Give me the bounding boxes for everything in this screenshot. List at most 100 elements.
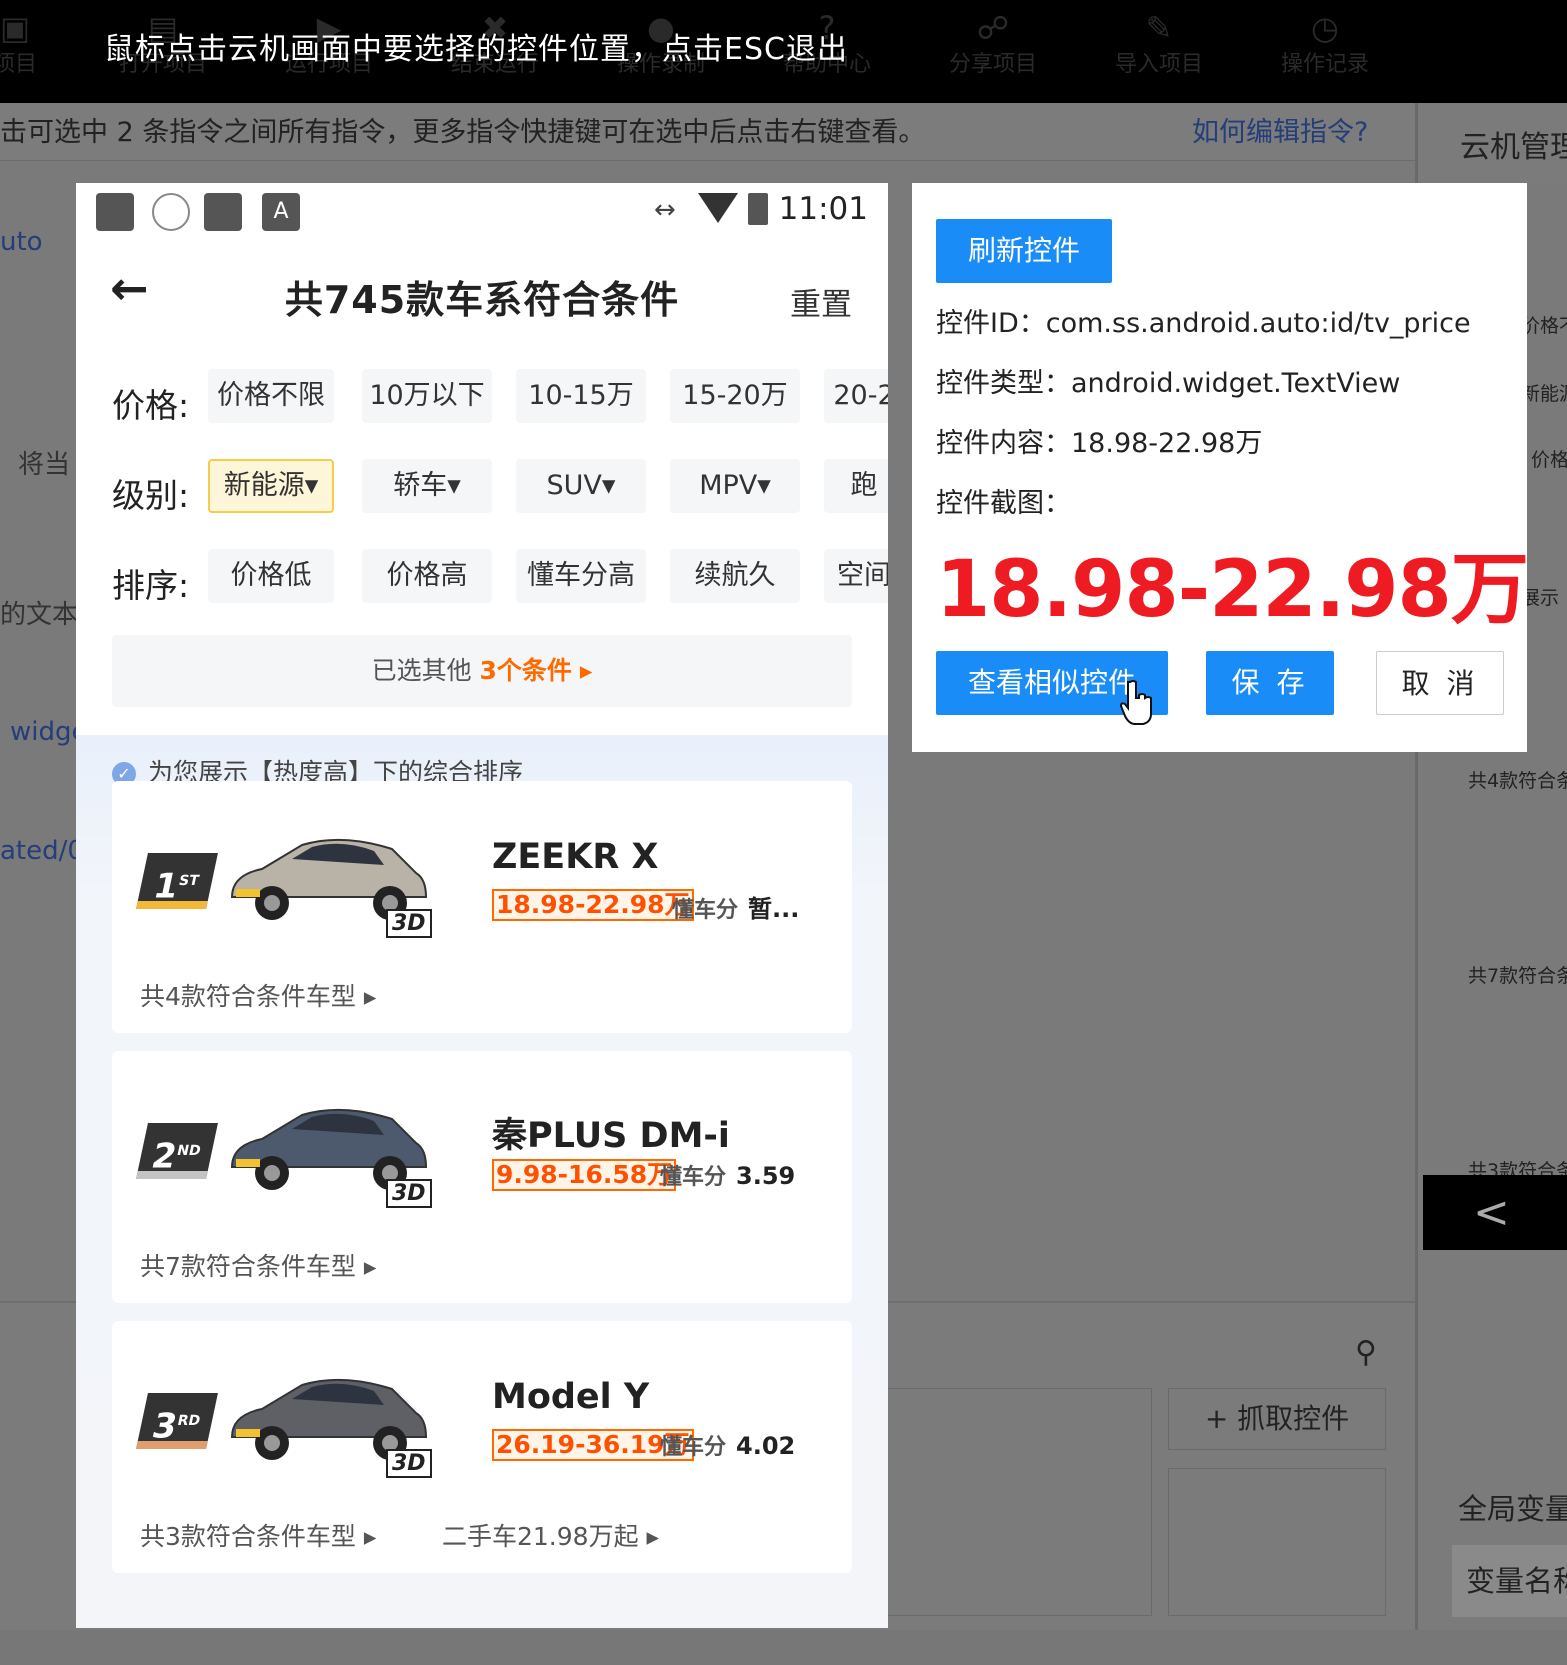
car-price[interactable]: 9.98-16.58万 — [492, 1159, 677, 1191]
page-footer — [0, 1630, 1567, 1665]
instruction-fragment: uto — [0, 227, 43, 257]
filter-chip[interactable]: 跑 — [824, 459, 888, 513]
matching-models-link[interactable]: 共3款符合条件车型 ▸ — [140, 1517, 376, 1553]
thumb-text: 价格不 — [1521, 315, 1567, 337]
save-button[interactable]: 保 存 — [1206, 651, 1334, 715]
notification-icon — [204, 193, 242, 231]
filter-chip[interactable]: 10万以下 — [362, 369, 492, 423]
global-vars-title: 全局变量 — [1458, 1492, 1567, 1526]
hint-text: 击可选中 2 条指令之间所有指令，更多指令快捷键可在选中后点击右键查看。 — [0, 117, 926, 148]
share-icon: ☍ — [976, 9, 1010, 47]
filter-chip[interactable]: 10-15万 — [516, 369, 646, 423]
battery-icon — [748, 193, 768, 225]
cancel-button[interactable]: 取 消 — [1376, 651, 1504, 715]
refresh-control-button[interactable]: 刷新控件 — [936, 219, 1112, 283]
filter-chip[interactable]: 价格高 — [362, 549, 492, 603]
grab-control-box — [1168, 1468, 1386, 1616]
car-name: 秦PLUS DM-i — [492, 1116, 730, 1156]
badge-3d: 3D — [386, 1449, 432, 1478]
car-card[interactable]: 2ND 3D 秦PLUS DM-i 9.98-16.58万 懂车分 3.59 共7款符合条件… — [112, 1051, 852, 1303]
reset-button[interactable]: 重置 — [790, 279, 852, 324]
matching-models-link[interactable]: 共4款符合条件车型 ▸ — [140, 977, 376, 1013]
a-icon: A — [262, 193, 300, 231]
dongchedi-score: 懂车分 3.59 — [660, 1159, 795, 1191]
filter-chip[interactable]: 价格低 — [208, 549, 334, 603]
control-screenshot-label: 控件截图： — [936, 488, 1071, 519]
matching-models-link[interactable]: 共7款符合条件车型 ▸ — [140, 1247, 376, 1283]
control-content: 控件内容：18.98-22.98万 — [936, 428, 1263, 459]
data-sync-icon: ↔ — [654, 195, 676, 225]
app-header: ← 共745款车系符合条件 重置 — [76, 239, 888, 359]
filter-chip[interactable]: 空间 — [824, 549, 888, 603]
import-icon: ✎ — [1145, 9, 1173, 47]
filter-label: 级别: — [112, 476, 190, 515]
back-nav-button[interactable]: < — [1423, 1175, 1567, 1250]
instruction-fragment: ated/0 — [0, 836, 84, 866]
level-filter-row: 级别: 新能源▾ 轿车▾ SUV▾ MPV▾ 跑 — [76, 451, 888, 531]
chevron-right-icon: ▸ — [579, 656, 593, 685]
car-name: ZEEKR X — [492, 837, 659, 877]
filter-chip[interactable]: 15-20万 — [670, 369, 800, 423]
used-car-link[interactable]: 二手车21.98万起 ▸ — [442, 1517, 659, 1553]
car-card[interactable]: 3RD 3D Model Y 26.19-36.19万 懂车分 4.02 共3款符合条件车型… — [112, 1321, 852, 1573]
car-name: Model Y — [492, 1377, 650, 1417]
thumb-text: 共4款符合条 — [1468, 770, 1567, 792]
control-type: 控件类型：android.widget.TextView — [936, 368, 1401, 399]
grab-control-button[interactable]: + 抓取控件 — [1168, 1388, 1386, 1450]
rank-suffix: RD — [175, 1413, 202, 1429]
control-id: 控件ID：com.ss.android.auto:id/tv_price — [936, 308, 1471, 339]
notification-icon — [96, 193, 134, 231]
cloud-device-title: 云机管理 — [1460, 130, 1567, 165]
thumb-text: 新能源 — [1521, 383, 1567, 405]
rank-badge: 1ST — [136, 853, 218, 909]
rank-suffix: ST — [177, 873, 201, 889]
text-area[interactable] — [886, 1388, 1152, 1616]
score-value: 3.59 — [736, 1162, 796, 1190]
badge-3d: 3D — [386, 1179, 432, 1208]
instruction-fragment: 将当 — [18, 450, 71, 480]
thumb-text: 展示【 — [1521, 587, 1567, 609]
selected-conditions-bar[interactable]: 已选其他 3个条件 ▸ — [112, 635, 852, 707]
filter-chip[interactable]: 20-2 — [824, 369, 888, 423]
car-card[interactable]: 1ST 3D ZEEKR X 18.98-22.98万 懂车分 暂... 共4款符合条件车型… — [112, 781, 852, 1033]
sort-filter-row: 排序: 价格低 价格高 懂车分高 续航久 空间 — [76, 541, 888, 621]
score-label: 懂车分 — [660, 1435, 727, 1460]
hand-cursor-icon — [1120, 680, 1152, 725]
cloud-phone-screen[interactable]: A ↔ 11:01 ← 共745款车系符合条件 重置 价格: 价格不限 10万以… — [76, 183, 888, 1628]
control-screenshot: 18.98-22.98万 — [936, 545, 1529, 635]
toolbar-item-share[interactable]: ☍ 分享项目 — [918, 6, 1068, 80]
filter-chip[interactable]: 懂车分高 — [516, 549, 646, 603]
toolbar-item-import[interactable]: ✎ 导入项目 — [1084, 6, 1234, 80]
wifi-icon — [698, 193, 738, 223]
search-icon[interactable]: ⚲ — [1355, 1335, 1377, 1370]
shield-icon — [152, 193, 190, 231]
filter-chip[interactable]: 续航久 — [670, 549, 800, 603]
score-label: 懂车分 — [660, 1165, 727, 1190]
dongchedi-score: 懂车分 4.02 — [660, 1429, 795, 1461]
score-label: 懂车分 — [672, 898, 739, 923]
history-icon: ◷ — [1311, 9, 1339, 47]
car-price[interactable]: 18.98-22.98万 — [492, 889, 694, 921]
badge-3d: 3D — [386, 909, 432, 938]
how-to-edit-link[interactable]: 如何编辑指令? — [1192, 110, 1368, 149]
thumb-text: 共7款符合条 — [1468, 965, 1567, 987]
selected-prefix: 已选其他 — [371, 656, 480, 685]
filter-chip[interactable]: 轿车▾ — [362, 459, 492, 513]
filter-chip-selected[interactable]: 新能源▾ — [208, 459, 334, 513]
toolbar-item-history[interactable]: ◷ 操作记录 — [1250, 6, 1400, 80]
filter-chip[interactable]: SUV▾ — [516, 459, 646, 513]
selected-count: 3个条件 — [479, 656, 572, 685]
rank-badge: 2ND — [136, 1123, 218, 1179]
filter-label: 价格: — [112, 386, 190, 425]
folder-icon: ▣ — [0, 9, 31, 47]
var-name-header: 变量名称 — [1452, 1545, 1567, 1617]
score-value: 4.02 — [736, 1432, 796, 1460]
thumb-text: 价格 — [1531, 449, 1567, 471]
filter-chip[interactable]: 价格不限 — [208, 369, 334, 423]
esc-instruction-banner: 鼠标点击云机画面中要选择的控件位置，点击ESC退出 — [104, 32, 848, 67]
toolbar-item-project[interactable]: ▣ 项目 — [0, 6, 90, 80]
rank-badge: 3RD — [136, 1393, 218, 1449]
status-bar: A ↔ 11:01 — [76, 183, 888, 239]
filter-chip[interactable]: MPV▾ — [670, 459, 800, 513]
status-time: 11:01 — [778, 191, 868, 227]
